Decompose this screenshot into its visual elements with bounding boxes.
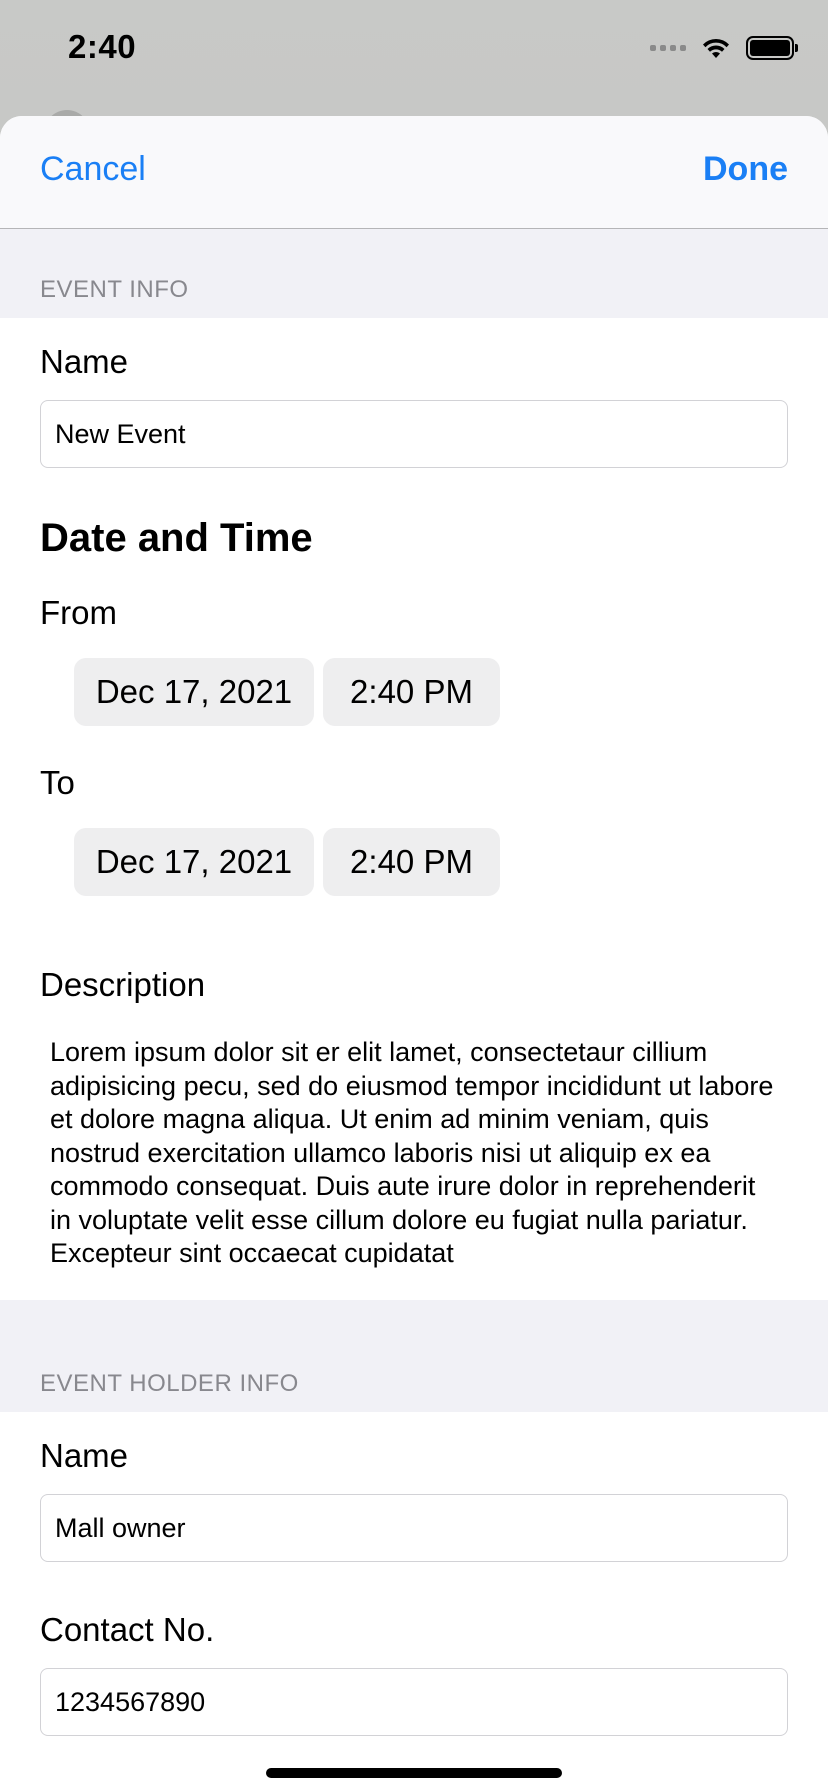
done-button[interactable]: Done [703, 150, 788, 189]
status-icons [650, 36, 798, 60]
cellular-signal-icon [650, 45, 686, 51]
event-name-field[interactable] [40, 400, 788, 468]
description-label: Description [40, 966, 206, 1003]
description-text-view[interactable]: Lorem ipsum dolor sit er elit lamet, con… [40, 1036, 788, 1272]
contact-number-label: Contact No. [40, 1611, 215, 1648]
event-info-section: Name Date and Time From Dec 17, 2021 2:4… [0, 318, 828, 1300]
holder-name-field[interactable] [40, 1494, 788, 1562]
event-holder-info-header: EVENT HOLDER INFO [0, 1300, 828, 1412]
wifi-icon [703, 38, 729, 58]
battery-icon [746, 36, 798, 60]
from-date-picker[interactable]: Dec 17, 2021 [74, 658, 314, 726]
event-holder-info-header-label: EVENT HOLDER INFO [40, 1370, 299, 1397]
holder-name-label: Name [40, 1437, 129, 1474]
event-form-sheet: Cancel Done EVENT INFO Name Date and Tim… [0, 116, 828, 1792]
navigation-bar: Cancel Done [0, 116, 828, 229]
screen: 2:40 Cancel Done EVENT INFO Name Date an… [0, 0, 828, 1792]
home-indicator [266, 1768, 562, 1778]
from-time-picker[interactable]: 2:40 PM [323, 658, 500, 726]
cancel-button[interactable]: Cancel [40, 150, 146, 189]
to-time-picker[interactable]: 2:40 PM [323, 828, 500, 896]
from-picker-row: Dec 17, 2021 2:40 PM [74, 658, 500, 726]
from-label: From [40, 594, 117, 631]
status-time: 2:40 [68, 28, 137, 65]
event-holder-info-section: Name Contact No. [0, 1412, 828, 1792]
event-info-header-label: EVENT INFO [40, 276, 189, 303]
to-date-picker[interactable]: Dec 17, 2021 [74, 828, 314, 896]
event-name-label: Name [40, 343, 129, 380]
to-picker-row: Dec 17, 2021 2:40 PM [74, 828, 500, 896]
event-info-header: EVENT INFO [0, 229, 828, 318]
date-time-heading: Date and Time [40, 516, 313, 560]
to-label: To [40, 764, 75, 801]
contact-number-field[interactable] [40, 1668, 788, 1736]
